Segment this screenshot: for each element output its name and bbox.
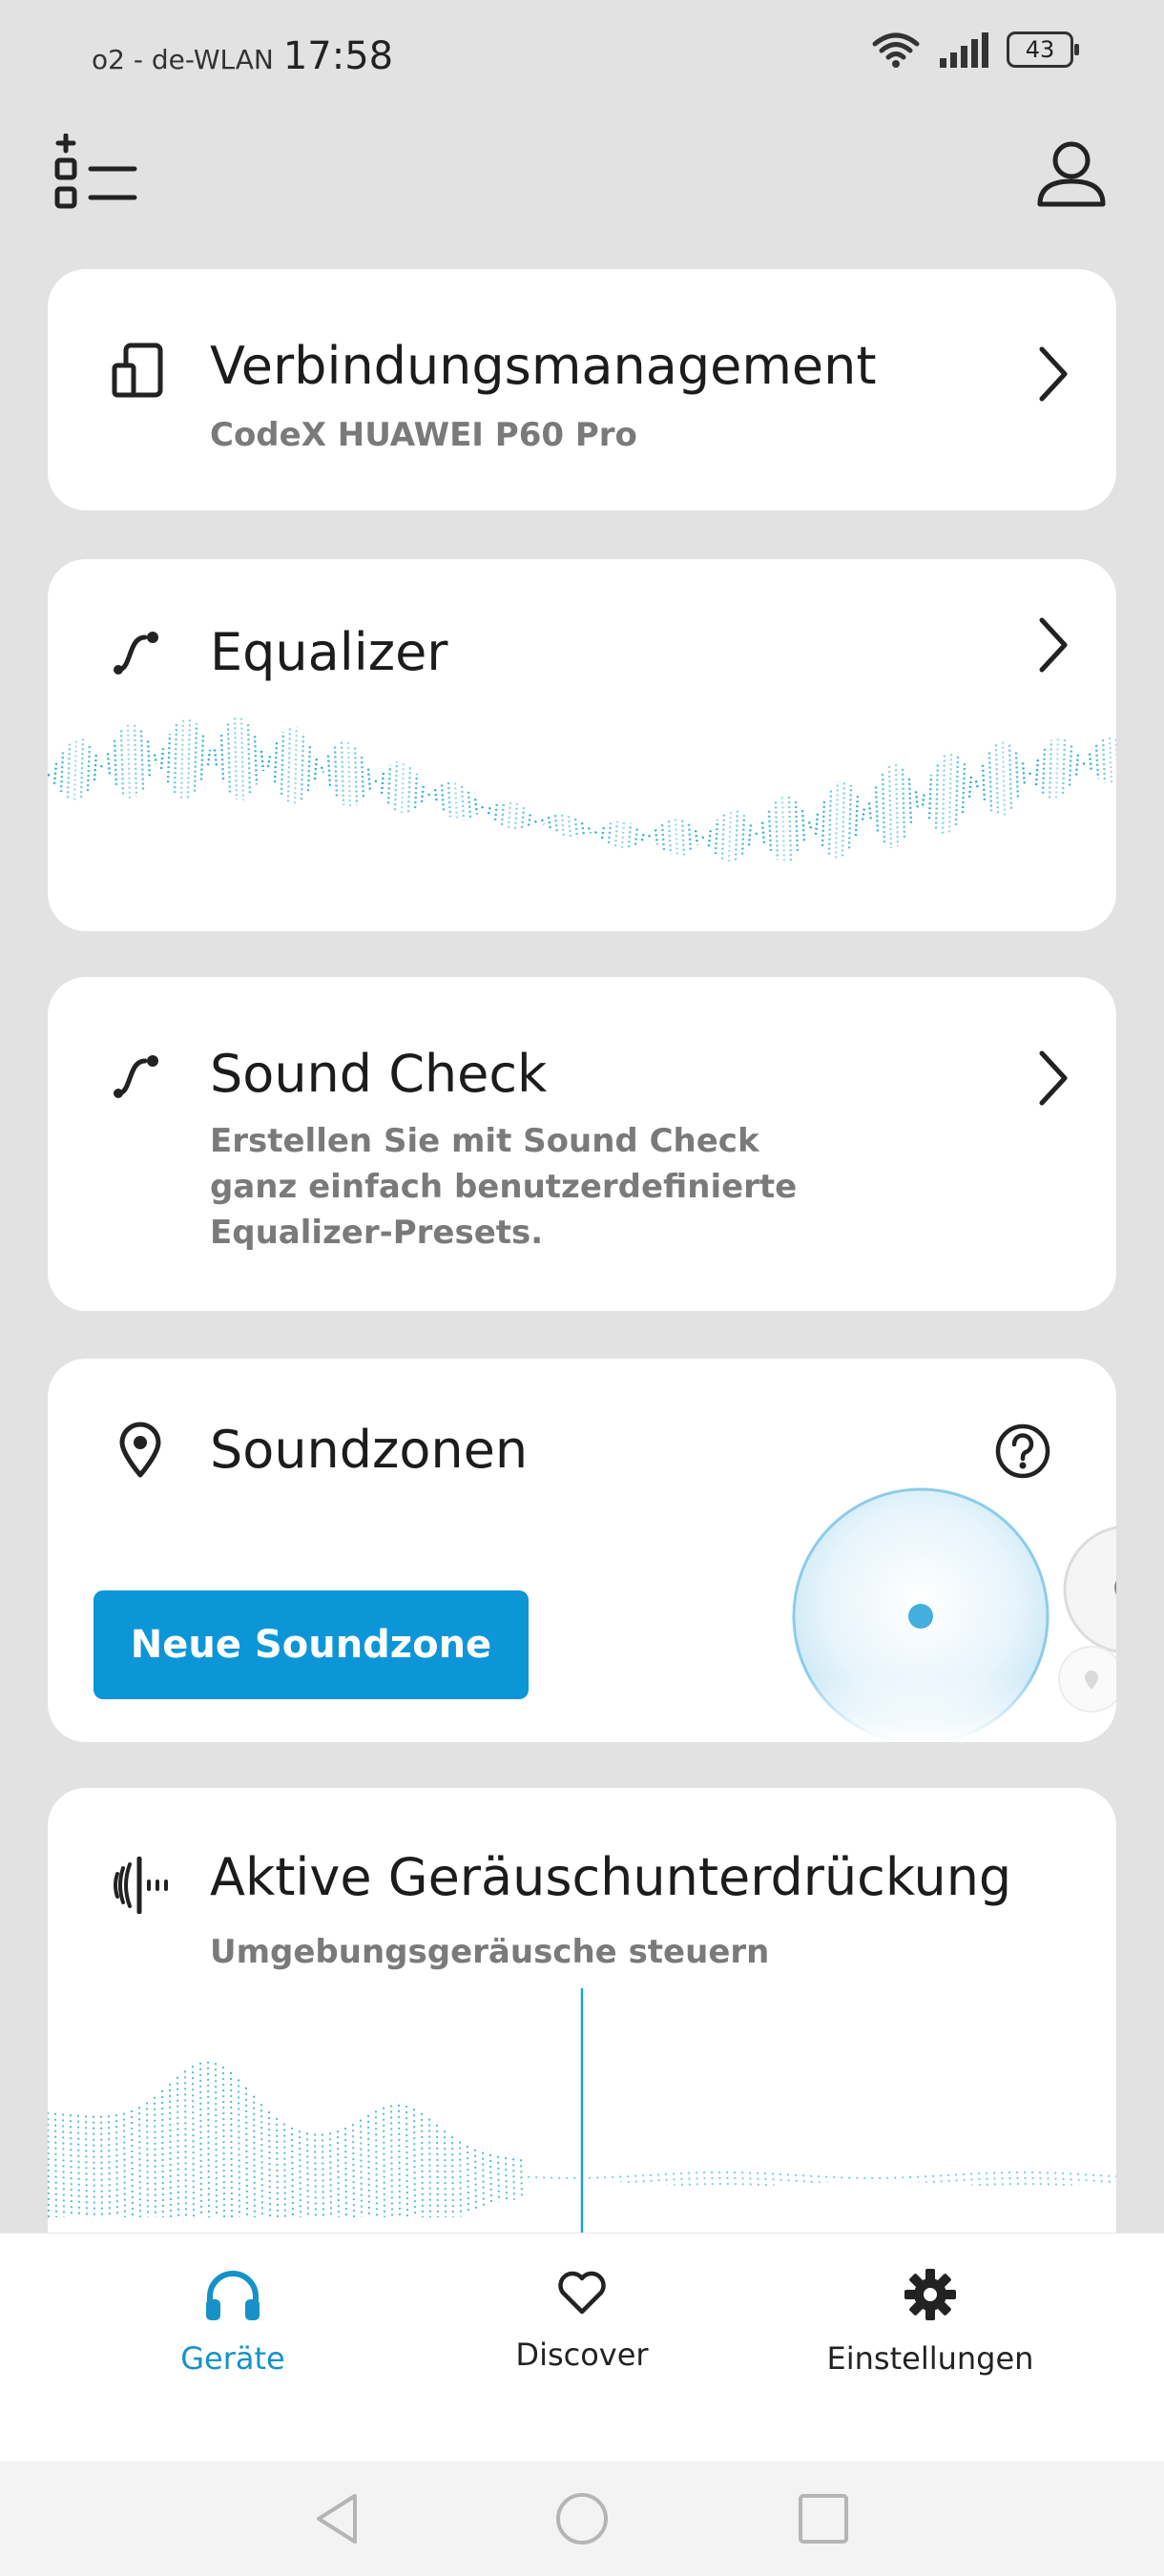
clock: 17:58 — [282, 34, 394, 78]
description-line: Equalizer-Presets. — [210, 1214, 544, 1252]
nav-label: Discover — [515, 2337, 649, 2373]
card-title: Soundzonen — [210, 1420, 529, 1480]
system-navigation-bar — [0, 2462, 1164, 2576]
bottom-navigation: Geräte Discover Einstellungen — [0, 2233, 1164, 2462]
add-list-icon[interactable] — [52, 134, 140, 216]
status-bar-right: 43 — [871, 31, 1079, 69]
signal-icon — [940, 32, 988, 68]
nav-label: Geräte — [180, 2340, 285, 2377]
chevron-right-icon — [1039, 1050, 1068, 1106]
card-subtitle: Umgebungsgeräusche steuern — [210, 1933, 770, 1971]
connected-device-name: CodeX HUAWEI P60 Pro — [210, 416, 637, 454]
description-line: ganz einfach benutzerdefinierte — [210, 1168, 798, 1206]
anc-card[interactable]: Aktive Geräuschunterdrückung Umgebungsge… — [48, 1788, 1116, 2284]
heart-icon — [558, 2271, 606, 2315]
sound-check-card[interactable]: Sound Check Erstellen Sie mit Sound Chec… — [48, 977, 1116, 1311]
equalizer-wave-graphic — [48, 717, 1116, 863]
chevron-right-icon — [1039, 346, 1068, 402]
connection-management-card[interactable]: Verbindungsmanagement CodeX HUAWEI P60 P… — [48, 269, 1116, 510]
carrier-label: o2 - de-WLAN — [92, 44, 274, 75]
curve-icon — [114, 1055, 158, 1098]
wifi-icon — [872, 32, 920, 68]
anc-wave-graphic — [48, 1988, 1116, 2233]
nav-item-geraete[interactable]: Geräte — [90, 2268, 376, 2377]
recents-icon[interactable] — [798, 2493, 849, 2545]
nav-item-discover[interactable]: Discover — [439, 2268, 725, 2373]
back-icon[interactable] — [313, 2490, 361, 2547]
home-icon[interactable] — [553, 2490, 611, 2547]
sound-check-description: Erstellen Sie mit Sound Check ganz einfa… — [210, 1118, 797, 1256]
gear-icon — [904, 2269, 956, 2320]
noise-cancel-icon — [114, 1857, 168, 1914]
profile-icon[interactable] — [1036, 139, 1107, 208]
location-pin-icon — [119, 1422, 161, 1478]
card-title: Equalizer — [210, 622, 448, 682]
status-bar-left: o2 - de-WLAN 17:58 — [92, 34, 393, 78]
description-line: Erstellen Sie mit Sound Check — [210, 1122, 759, 1160]
card-title: Aktive Geräuschunterdrückung — [210, 1847, 1012, 1907]
card-title: Verbindungsmanagement — [210, 336, 877, 396]
new-soundzone-button[interactable]: Neue Soundzone — [94, 1590, 529, 1699]
equalizer-card[interactable]: Equalizer — [48, 559, 1116, 931]
soundzone-map-graphic — [782, 1487, 1116, 1742]
curve-icon — [114, 632, 158, 675]
chevron-right-icon — [1039, 617, 1068, 673]
battery-level: 43 — [1025, 36, 1055, 63]
nav-label: Einstellungen — [826, 2340, 1034, 2377]
card-title: Sound Check — [210, 1044, 548, 1104]
nav-item-einstellungen[interactable]: Einstellungen — [787, 2268, 1073, 2377]
soundzones-card: Soundzonen Neue Soundzone — [48, 1359, 1116, 1742]
help-icon[interactable] — [994, 1423, 1051, 1480]
devices-icon — [112, 343, 163, 398]
headphones-icon — [206, 2271, 260, 2320]
battery-indicator: 43 — [1007, 31, 1079, 68]
